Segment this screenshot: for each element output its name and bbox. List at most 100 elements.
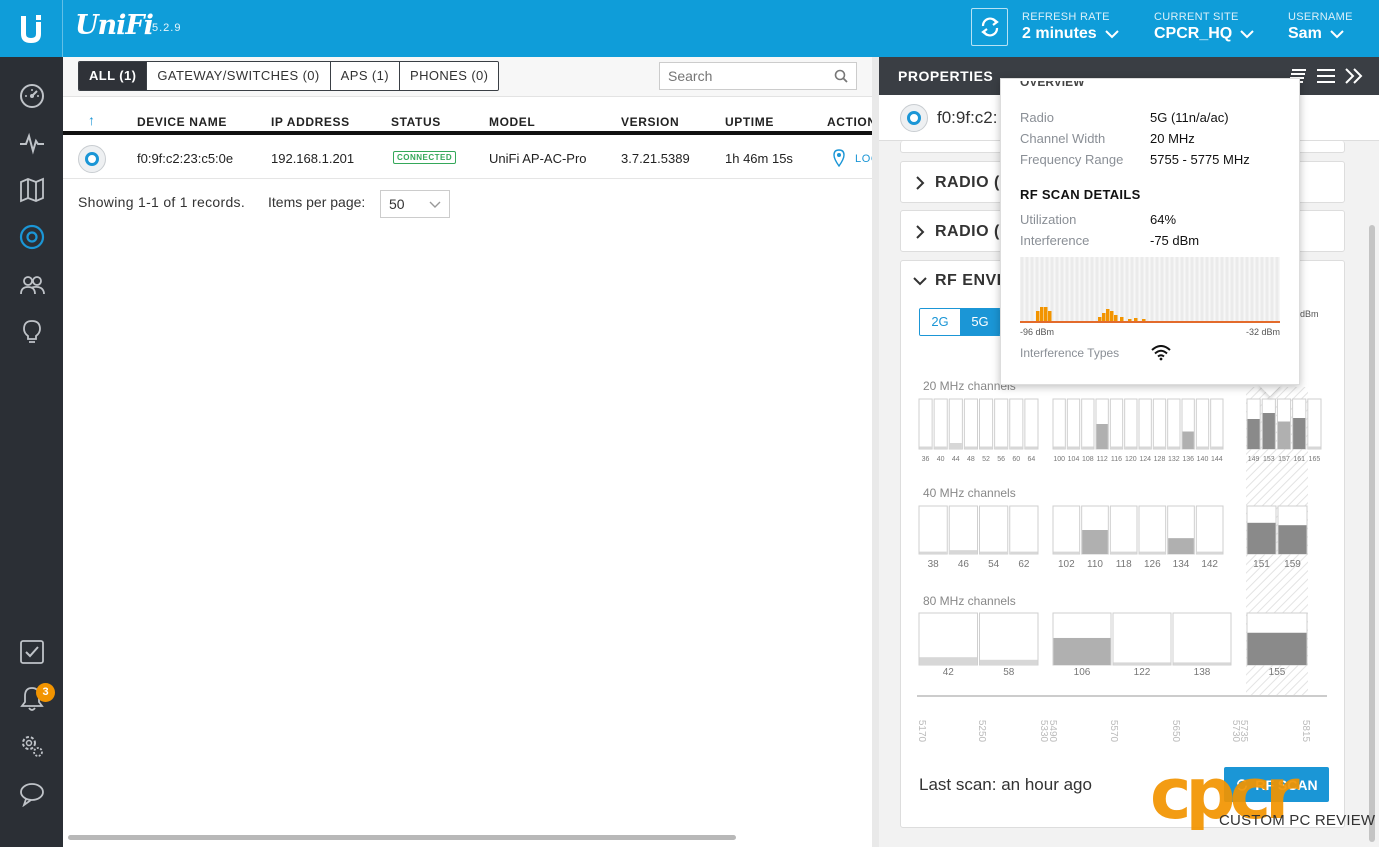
watermark-caption: CUSTOM PC REVIEW [1219, 812, 1376, 829]
ch40-tick-142: 142 [1201, 559, 1218, 570]
records-summary: Showing 1-1 of 1 records. [78, 194, 246, 210]
ch20-tick-100: 100 [1053, 456, 1065, 463]
ch20-tick-128: 128 [1154, 456, 1166, 463]
ch40-bar-142 [1196, 551, 1223, 554]
ch40-tick-110: 110 [1087, 559, 1103, 570]
spectrum-bar [1098, 317, 1102, 321]
ch40-bar-151 [1247, 522, 1276, 554]
refresh-rate-selector[interactable]: REFRESH RATE 2 minutes [1022, 11, 1119, 43]
properties-scrollbar[interactable] [1369, 225, 1375, 842]
ch20-tick-104: 104 [1068, 456, 1080, 463]
status-badge: CONNECTED [393, 151, 457, 164]
ch40-cell-118[interactable] [1109, 505, 1138, 555]
ch20-cell-36[interactable] [918, 398, 933, 450]
ch20-bar-157 [1277, 421, 1291, 449]
ch20-tick-132: 132 [1168, 456, 1180, 463]
ch40-tick-134: 134 [1173, 559, 1190, 570]
ch20-cell-132[interactable] [1167, 398, 1181, 450]
top-bar: UniFi 5.2.9 REFRESH RATE 2 minutes CURRE… [0, 0, 1379, 57]
ch20-cell-104[interactable] [1066, 398, 1081, 450]
items-per-page-select[interactable]: 50 [380, 190, 450, 218]
ch40-cell-142[interactable] [1195, 505, 1224, 555]
radio-row: Radio 5G (11n/a/ac) [1020, 110, 1229, 125]
spectrum-min-label: -96 dBm [1020, 327, 1054, 337]
statistics-icon[interactable] [18, 129, 46, 157]
ch20-tick-157: 157 [1278, 456, 1290, 463]
panel-splitter[interactable] [872, 57, 879, 847]
version-cell: 3.7.21.5389 [621, 151, 690, 166]
ch80-tick-106: 106 [1074, 667, 1091, 678]
spectrum-bar [1040, 307, 1044, 321]
col-status[interactable]: STATUS [391, 115, 441, 129]
ch20-cell-140[interactable] [1195, 398, 1210, 450]
devices-icon[interactable] [18, 223, 46, 251]
ch40-tick-151: 151 [1253, 559, 1270, 570]
ch20-cell-44[interactable] [948, 398, 963, 450]
ch40-cell-102[interactable] [1052, 505, 1081, 555]
clients-icon[interactable] [18, 271, 46, 299]
ch20-cell-64[interactable] [1024, 398, 1039, 450]
alerts-count-badge: 3 [36, 683, 55, 702]
frequency-range-value: 5755 - 5775 MHz [1150, 152, 1250, 167]
ch20-cell-40[interactable] [933, 398, 948, 450]
col-version[interactable]: VERSION [621, 115, 679, 129]
ch40-cell-126[interactable] [1138, 505, 1167, 555]
spectrum-bar [1114, 315, 1118, 321]
horizontal-scrollbar[interactable] [68, 835, 736, 840]
freq-tick-5815: 5815 [1300, 720, 1311, 743]
utilization-row: Utilization 64% [1020, 212, 1176, 227]
ch20-cell-120[interactable] [1124, 398, 1138, 450]
ch20-cell-128[interactable] [1152, 398, 1167, 450]
ch20-cell-100[interactable] [1052, 398, 1066, 450]
dashboard-icon[interactable] [18, 82, 46, 110]
tab-aps[interactable]: APS (1) [330, 62, 400, 90]
device-name-cell[interactable]: f0:9f:c2:23:c5:0e [137, 151, 233, 166]
refresh-button[interactable] [971, 8, 1008, 46]
ch20-cell-165[interactable] [1307, 398, 1322, 450]
spectrum-bar [1102, 313, 1106, 321]
ch40-bar-134 [1168, 538, 1194, 554]
chat-icon[interactable] [18, 780, 46, 808]
sort-arrow-icon[interactable]: ↑ [88, 112, 96, 128]
search-icon[interactable] [834, 69, 848, 83]
ch20-cell-52[interactable] [979, 398, 994, 450]
settings-icon[interactable] [18, 732, 46, 760]
locate-pin-icon[interactable] [833, 149, 845, 167]
channel-width-row: Channel Width 20 MHz [1020, 131, 1195, 146]
ch40-cell-54[interactable] [979, 505, 1009, 555]
current-site-selector[interactable]: CURRENT SITE CPCR_HQ [1154, 11, 1254, 43]
insights-icon[interactable] [18, 318, 46, 346]
search-input[interactable] [660, 63, 825, 89]
ch20-cell-116[interactable] [1109, 398, 1124, 450]
col-device-name[interactable]: DEVICE NAME [137, 115, 227, 129]
ch20-cell-144[interactable] [1210, 398, 1224, 450]
ch20-cell-108[interactable] [1081, 398, 1095, 450]
ch40-cell-38[interactable] [918, 505, 948, 555]
events-icon[interactable] [18, 638, 46, 666]
ch20-cell-48[interactable] [963, 398, 978, 450]
ch80-tick-58: 58 [1003, 667, 1015, 678]
ch40-bar-62 [1010, 551, 1038, 554]
ubiquiti-logo-icon[interactable] [14, 12, 48, 46]
ch80-cell-58[interactable] [979, 612, 1039, 666]
ch40-cell-46[interactable] [948, 505, 978, 555]
spectrum-bar [1036, 311, 1040, 321]
ch20-cell-56[interactable] [994, 398, 1009, 450]
ch20-bar-144 [1211, 446, 1223, 449]
map-icon[interactable] [18, 176, 46, 204]
tab-gateway-switches[interactable]: GATEWAY/SWITCHES (0) [147, 62, 331, 90]
spectrum-max-label: -32 dBm [1246, 327, 1280, 337]
ch20-tick-153: 153 [1263, 456, 1275, 463]
ch40-cell-62[interactable] [1009, 505, 1039, 555]
col-model[interactable]: MODEL [489, 115, 535, 129]
col-uptime[interactable]: UPTIME [725, 115, 774, 129]
tab-phones[interactable]: PHONES (0) [400, 62, 499, 90]
ch20-cell-60[interactable] [1009, 398, 1024, 450]
table-row[interactable]: f0:9f:c2:23:c5:0e 192.168.1.201 CONNECTE… [63, 139, 879, 179]
ch80-cell-138[interactable] [1172, 612, 1232, 666]
username-selector[interactable]: USERNAME Sam [1288, 11, 1353, 43]
col-ip-address[interactable]: IP ADDRESS [271, 115, 350, 129]
tab-all[interactable]: ALL (1) [79, 62, 148, 90]
ch80-cell-122[interactable] [1112, 612, 1172, 666]
ch20-cell-124[interactable] [1138, 398, 1152, 450]
